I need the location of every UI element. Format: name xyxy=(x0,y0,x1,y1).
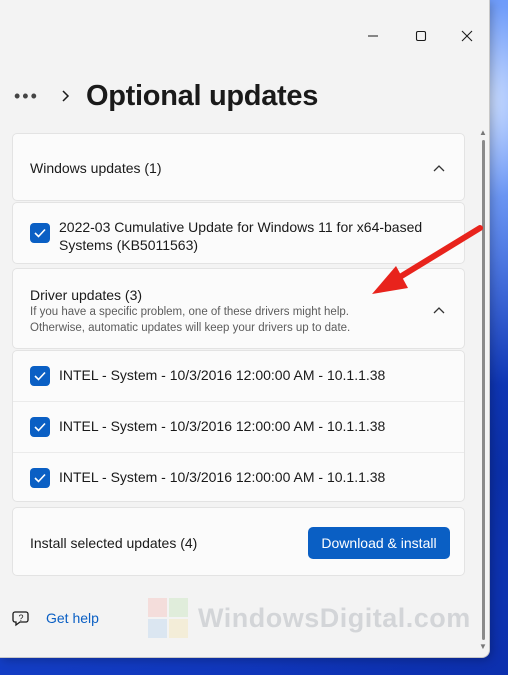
watermark: WindowsDigital.com xyxy=(148,598,471,638)
install-selected-label: Install selected updates (4) xyxy=(30,535,198,551)
driver-item-label: INTEL - System - 10/3/2016 12:00:00 AM -… xyxy=(59,418,386,434)
page-title: Optional updates xyxy=(86,79,319,112)
windows-updates-expander[interactable]: Windows updates (1) xyxy=(12,133,465,201)
list-item[interactable]: INTEL - System - 10/3/2016 12:00:00 AM -… xyxy=(13,351,464,401)
windows-updates-list: 2022-03 Cumulative Update for Windows 11… xyxy=(12,202,465,264)
download-install-button[interactable]: Download & install xyxy=(308,527,450,559)
minimize-button[interactable] xyxy=(358,22,388,50)
checkmark-icon xyxy=(34,228,46,238)
update-checkbox[interactable] xyxy=(30,223,50,243)
scroll-down-arrow-icon[interactable]: ▼ xyxy=(479,642,487,651)
windows-updates-title: Windows updates (1) xyxy=(30,160,162,176)
driver-updates-description-line2: Otherwise, automatic updates will keep y… xyxy=(30,322,351,334)
checkmark-icon xyxy=(34,473,46,483)
get-help-label: Get help xyxy=(46,610,99,626)
help-chat-icon: ? xyxy=(12,611,29,627)
driver-checkbox[interactable] xyxy=(30,468,50,488)
close-button[interactable] xyxy=(452,22,482,50)
page-header: ••• Optional updates xyxy=(14,76,318,116)
update-item-line2: Systems (KB5011563) xyxy=(59,237,199,253)
chevron-up-icon[interactable] xyxy=(432,303,446,317)
update-item-line1: 2022-03 Cumulative Update for Windows 11… xyxy=(59,219,423,235)
maximize-icon xyxy=(415,30,427,42)
driver-updates-list: INTEL - System - 10/3/2016 12:00:00 AM -… xyxy=(12,350,465,502)
svg-text:?: ? xyxy=(18,613,23,623)
list-item[interactable]: INTEL - System - 10/3/2016 12:00:00 AM -… xyxy=(13,402,464,452)
driver-checkbox[interactable] xyxy=(30,417,50,437)
maximize-button[interactable] xyxy=(406,22,436,50)
chevron-right-icon xyxy=(60,89,70,103)
driver-updates-title: Driver updates (3) xyxy=(30,287,143,303)
list-item[interactable]: INTEL - System - 10/3/2016 12:00:00 AM -… xyxy=(13,453,464,503)
driver-updates-description-line1: If you have a specific problem, one of t… xyxy=(30,306,349,318)
watermark-text: WindowsDigital.com xyxy=(198,602,471,633)
windows-logo-icon xyxy=(148,598,188,638)
checkmark-icon xyxy=(34,371,46,381)
scrollbar[interactable] xyxy=(482,140,485,640)
chevron-up-icon[interactable] xyxy=(432,161,446,175)
driver-item-label: INTEL - System - 10/3/2016 12:00:00 AM -… xyxy=(59,367,386,383)
scroll-up-arrow-icon[interactable]: ▲ xyxy=(479,128,487,137)
settings-window: ••• Optional updates Windows updates (1)… xyxy=(0,0,490,658)
get-help-link[interactable]: ? Get help xyxy=(12,609,99,627)
driver-item-label: INTEL - System - 10/3/2016 12:00:00 AM -… xyxy=(59,469,386,485)
install-bar: Install selected updates (4) Download & … xyxy=(12,507,465,576)
close-icon xyxy=(461,30,473,42)
more-breadcrumb-button[interactable]: ••• xyxy=(14,86,44,107)
minimize-icon xyxy=(368,35,378,37)
driver-updates-expander[interactable]: Driver updates (3) If you have a specifi… xyxy=(12,268,465,349)
checkmark-icon xyxy=(34,422,46,432)
driver-checkbox[interactable] xyxy=(30,366,50,386)
